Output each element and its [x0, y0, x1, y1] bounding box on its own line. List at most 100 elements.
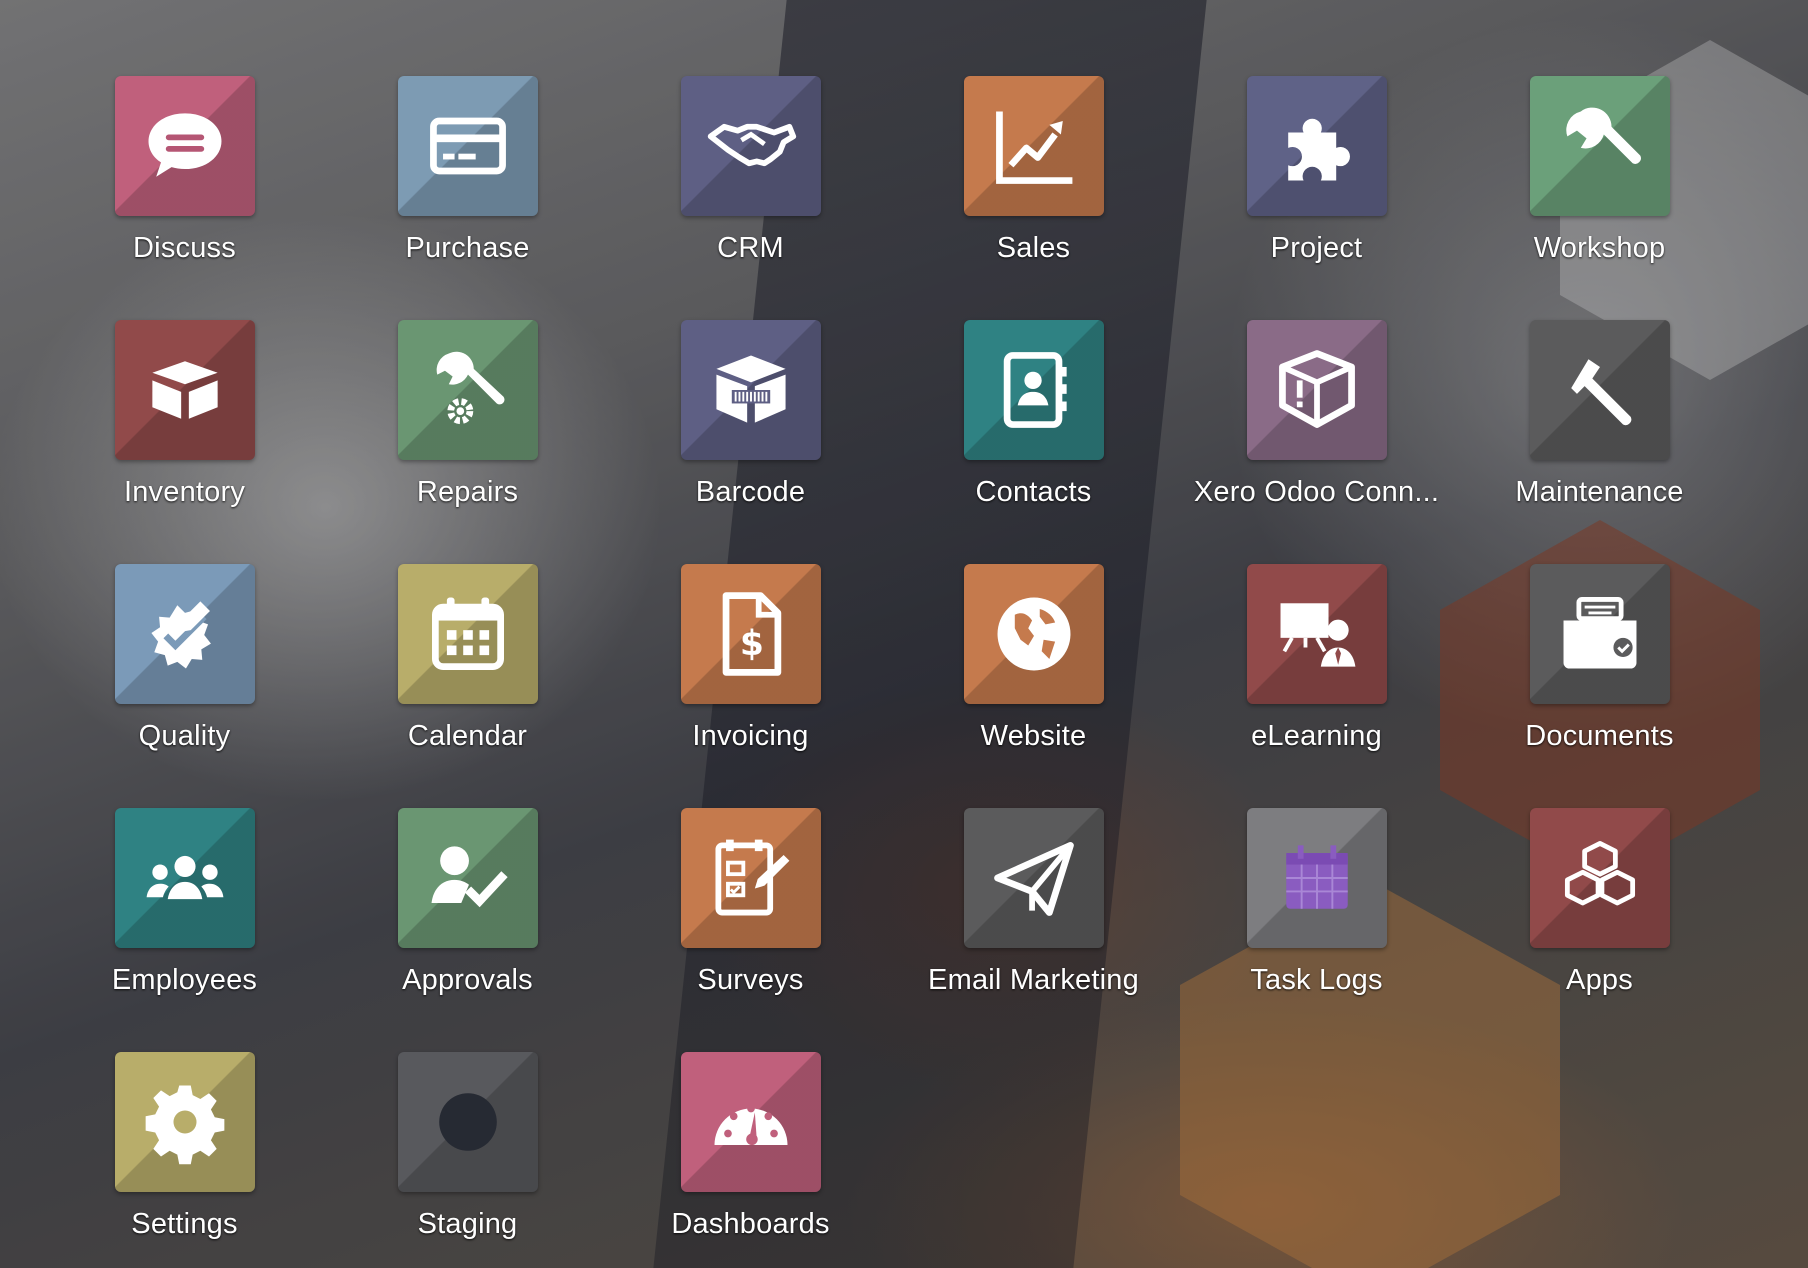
app-label: Contacts — [975, 476, 1092, 508]
settings-icon — [145, 1085, 224, 1165]
app-sales[interactable]: Sales — [892, 40, 1175, 284]
app-tile[interactable]: $ — [680, 564, 821, 704]
app-tile[interactable] — [963, 564, 1104, 704]
app-tile[interactable] — [1246, 808, 1387, 948]
app-purchase[interactable]: Purchase — [326, 40, 609, 284]
task-logs-icon — [1285, 845, 1348, 909]
app-task-logs[interactable]: Task Logs — [1175, 772, 1458, 1016]
app-tile[interactable] — [963, 808, 1104, 948]
app-tile[interactable] — [114, 320, 255, 460]
crm-icon — [707, 123, 796, 167]
app-label: Invoicing — [692, 720, 809, 752]
app-crm[interactable]: CRM — [609, 40, 892, 284]
app-label: Quality — [138, 720, 231, 752]
app-project[interactable]: Project — [1175, 40, 1458, 284]
app-tile[interactable] — [963, 320, 1104, 460]
approvals-icon — [431, 846, 508, 908]
app-tile[interactable] — [963, 76, 1104, 216]
app-barcode[interactable]: Barcode — [609, 284, 892, 528]
barcode-icon — [715, 355, 786, 423]
app-tile[interactable] — [397, 320, 538, 460]
purchase-icon — [429, 117, 506, 175]
invoicing-icon: $ — [722, 592, 781, 676]
discuss-icon — [148, 113, 221, 177]
app-email-marketing[interactable]: Email Marketing — [892, 772, 1175, 1016]
app-tile[interactable] — [680, 320, 821, 460]
app-dashboards[interactable]: Dashboards — [609, 1016, 892, 1260]
app-apps[interactable]: Apps — [1458, 772, 1741, 1016]
app-label: Employees — [111, 964, 258, 996]
app-tile[interactable] — [114, 1052, 255, 1192]
website-icon — [997, 597, 1070, 671]
documents-icon — [1563, 597, 1636, 669]
app-label: Purchase — [405, 232, 530, 264]
sales-icon — [995, 111, 1072, 184]
dashboards-icon — [714, 1104, 787, 1146]
app-invoicing[interactable]: $ Invoicing — [609, 528, 892, 772]
app-tile[interactable] — [1529, 320, 1670, 460]
app-tile[interactable] — [397, 1052, 538, 1192]
app-employees[interactable]: Employees — [43, 772, 326, 1016]
app-tile[interactable] — [397, 76, 538, 216]
app-label: Email Marketing — [928, 964, 1139, 996]
quality-icon — [150, 601, 211, 669]
app-label: Repairs — [416, 476, 519, 508]
app-label: Website — [980, 720, 1087, 752]
app-label: Project — [1270, 232, 1363, 264]
app-surveys[interactable]: Surveys — [609, 772, 892, 1016]
app-settings[interactable]: Settings — [43, 1016, 326, 1260]
app-tile[interactable] — [114, 808, 255, 948]
svg-text:$: $ — [739, 624, 763, 664]
inventory-icon — [151, 361, 218, 419]
app-tile[interactable] — [680, 76, 821, 216]
apps-icon — [1564, 841, 1635, 906]
app-tile[interactable] — [1246, 320, 1387, 460]
app-tile[interactable] — [1246, 76, 1387, 216]
app-label: Approvals — [402, 964, 533, 996]
app-label: Xero Odoo Conn... — [1193, 476, 1440, 508]
app-label: Staging — [417, 1208, 518, 1240]
app-label: Maintenance — [1515, 476, 1684, 508]
app-elearning[interactable]: eLearning — [1175, 528, 1458, 772]
app-label: Inventory — [123, 476, 246, 508]
app-label: Barcode — [695, 476, 806, 508]
maintenance-icon — [1570, 359, 1631, 426]
contacts-icon — [1003, 352, 1067, 428]
app-tile[interactable] — [680, 808, 821, 948]
project-icon — [1287, 118, 1350, 181]
app-tile[interactable] — [1529, 564, 1670, 704]
app-documents[interactable]: Documents — [1458, 528, 1741, 772]
app-website[interactable]: Website — [892, 528, 1175, 772]
app-label: Settings — [131, 1208, 238, 1240]
email-marketing-icon — [993, 842, 1074, 916]
app-quality[interactable]: Quality — [43, 528, 326, 772]
app-tile[interactable] — [1529, 808, 1670, 948]
app-staging[interactable]: Staging — [326, 1016, 609, 1260]
app-inventory[interactable]: Inventory — [43, 284, 326, 528]
app-tile[interactable] — [1529, 76, 1670, 216]
app-tile[interactable] — [114, 76, 255, 216]
app-label: Dashboards — [671, 1208, 830, 1240]
app-label: Surveys — [697, 964, 804, 996]
app-maintenance[interactable]: Maintenance — [1458, 284, 1741, 528]
app-tile[interactable] — [397, 564, 538, 704]
app-label: eLearning — [1251, 720, 1382, 752]
app-label: Apps — [1566, 964, 1633, 996]
app-xero-odoo-connector[interactable]: Xero Odoo Conn... — [1175, 284, 1458, 528]
app-label: Sales — [996, 232, 1071, 264]
app-label: Discuss — [133, 232, 236, 264]
employees-icon — [146, 855, 223, 900]
app-tile[interactable] — [397, 808, 538, 948]
app-repairs[interactable]: Repairs — [326, 284, 609, 528]
app-label: CRM — [717, 232, 784, 264]
app-approvals[interactable]: Approvals — [326, 772, 609, 1016]
staging-icon — [438, 1093, 497, 1151]
app-workshop[interactable]: Workshop — [1458, 40, 1741, 284]
app-discuss[interactable]: Discuss — [43, 40, 326, 284]
app-tile[interactable] — [680, 1052, 821, 1192]
app-contacts[interactable]: Contacts — [892, 284, 1175, 528]
app-calendar[interactable]: Calendar — [326, 528, 609, 772]
app-tile[interactable] — [1246, 564, 1387, 704]
app-label: Task Logs — [1250, 964, 1383, 996]
app-tile[interactable] — [114, 564, 255, 704]
